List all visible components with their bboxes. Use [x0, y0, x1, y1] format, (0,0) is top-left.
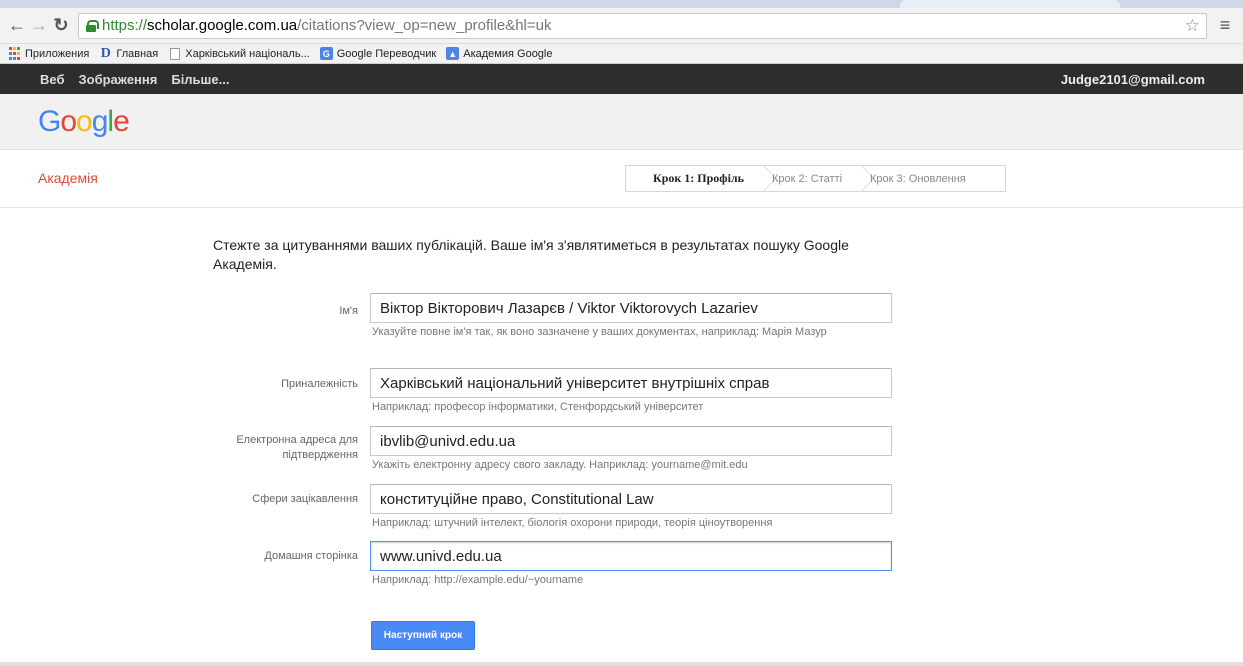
bookmark-label: Google Переводчик	[336, 47, 437, 60]
reload-icon[interactable]: ↻	[50, 15, 72, 37]
bookmark-label: Приложения	[25, 47, 90, 60]
bookmark-translate[interactable]: G Google Переводчик	[319, 47, 437, 60]
interests-label: Сфери зацікавлення	[252, 493, 358, 505]
url-host: scholar.google.com.ua	[147, 17, 298, 34]
gbar-link-web[interactable]: Веб	[40, 72, 64, 87]
logo-letter: e	[113, 104, 130, 138]
bookmark-label: Академия Google	[463, 47, 553, 60]
d-logo-icon: D	[100, 45, 111, 61]
bookmark-university[interactable]: Харківський національ...	[168, 47, 310, 60]
step-indicator: Крок 1: Профіль Крок 2: Статті Крок 3: О…	[625, 165, 1006, 192]
step-profile: Крок 1: Профіль	[626, 166, 758, 191]
apps-icon	[8, 47, 21, 60]
homepage-label: Домашня сторінка	[264, 550, 358, 562]
scholar-title[interactable]: Академія	[38, 170, 98, 186]
logo-letter: g	[91, 104, 109, 138]
url-path: /citations?view_op=new_profile&hl=uk	[297, 17, 552, 34]
bottom-divider	[0, 662, 1243, 666]
scholar-header: Академія Крок 1: Профіль Крок 2: Статті …	[0, 150, 1243, 208]
translate-icon: G	[319, 47, 333, 60]
homepage-input[interactable]	[370, 541, 892, 571]
bookmark-apps[interactable]: Приложения	[8, 47, 89, 60]
affiliation-input[interactable]	[370, 368, 892, 398]
account-email[interactable]: Judge2101@gmail.com	[1061, 72, 1205, 87]
url-scheme: https://	[102, 17, 148, 34]
step-label: Крок 3: Оновлення	[870, 172, 966, 185]
name-label: Ім'я	[339, 305, 358, 317]
affiliation-hint: Наприклад: професор інформатики, Стенфор…	[372, 401, 704, 413]
name-input[interactable]	[370, 293, 892, 323]
page-icon	[168, 47, 181, 60]
logo-row: Google	[0, 94, 1243, 150]
forward-arrow-icon[interactable]: →	[28, 15, 50, 37]
step-label: Крок 2: Статті	[772, 172, 843, 185]
interests-input[interactable]	[370, 484, 892, 514]
active-tab[interactable]	[900, 0, 1120, 8]
bookmark-label: Харківський національ...	[185, 47, 310, 60]
gbar-link-images[interactable]: Зображення	[78, 72, 157, 87]
interests-hint: Наприклад: штучний інтелект, біологія ох…	[372, 517, 773, 529]
logo-letter: G	[38, 104, 61, 138]
menu-icon[interactable]: ≡	[1213, 15, 1237, 36]
bookmark-star-icon[interactable]: ☆	[1185, 16, 1200, 36]
bookmarks-bar: Приложения D Главная Харківський націона…	[0, 44, 1243, 64]
google-bar: Веб Зображення Більше... Judge2101@gmail…	[0, 64, 1243, 94]
tab-strip	[0, 0, 1243, 8]
bookmark-label: Главная	[116, 47, 159, 60]
bookmark-scholar[interactable]: ▲ Академия Google	[446, 47, 553, 60]
url-bar[interactable]: https://scholar.google.com.ua/citations?…	[78, 12, 1207, 39]
back-arrow-icon[interactable]: ←	[6, 15, 28, 37]
logo-letter: o	[76, 104, 93, 138]
scholar-icon: ▲	[446, 47, 460, 60]
intro-text: Стежте за цитуваннями ваших публікацій. …	[213, 237, 849, 272]
step-updates: Крок 3: Оновлення	[856, 166, 980, 191]
homepage-hint: Наприклад: http://example.edu/~yourname	[372, 574, 584, 586]
bookmark-home[interactable]: D Главная	[99, 45, 159, 61]
next-step-button[interactable]: Наступний крок	[371, 621, 475, 650]
name-hint: Указуйте повне ім'я так, як воно зазначе…	[372, 326, 827, 338]
step-articles: Крок 2: Статті	[758, 166, 856, 191]
google-logo[interactable]: Google	[38, 104, 130, 139]
address-bar-row: ← → ↻ https://scholar.google.com.ua/cita…	[0, 8, 1243, 44]
logo-letter: o	[60, 104, 77, 138]
lock-icon	[85, 19, 99, 32]
step-label: Крок 1: Профіль	[653, 171, 745, 185]
gbar-link-more[interactable]: Більше...	[171, 72, 229, 87]
email-input[interactable]	[370, 426, 892, 456]
email-hint: Укажіть електронну адресу свого закладу.…	[372, 459, 748, 471]
email-label: Електронна адреса для підтвердження	[236, 434, 358, 461]
affiliation-label: Приналежність	[281, 378, 358, 390]
